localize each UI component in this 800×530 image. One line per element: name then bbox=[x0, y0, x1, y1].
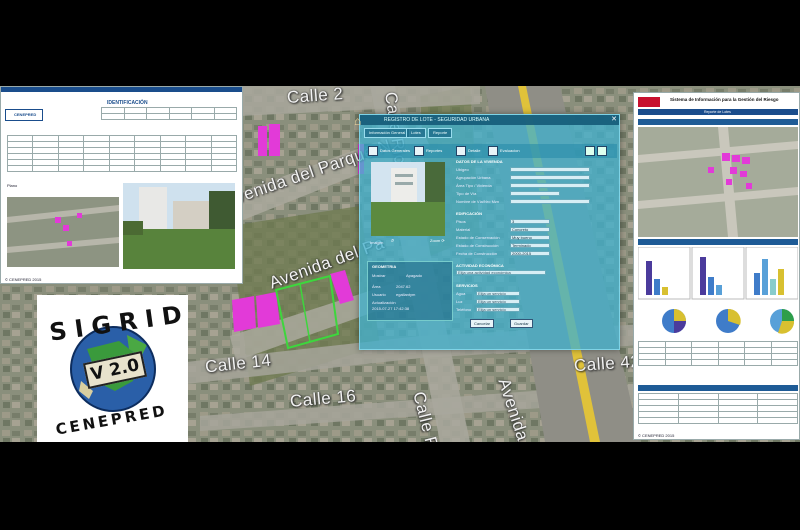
map-section-header: Mapa bbox=[638, 119, 798, 133]
tab-lots[interactable]: Lotes bbox=[406, 128, 426, 138]
servicio-value: Elija un servicio bbox=[478, 291, 506, 296]
geometry-label: Área bbox=[372, 284, 381, 289]
activity-placeholder: Elija una actividad económica bbox=[458, 270, 511, 275]
report-photo bbox=[123, 183, 235, 269]
photo-caption: Imagen bbox=[370, 240, 384, 245]
section-vivienda-header: DATOS DE LA VIVIENDA bbox=[456, 159, 503, 164]
geometry-header: GEOMETRIA bbox=[372, 264, 397, 269]
details-section-header: Detalles por variable bbox=[638, 385, 798, 399]
geometry-panel: GEOMETRIA Mostrar Apagado Área 2047.62 U… bbox=[367, 261, 453, 321]
field-label: Material bbox=[456, 227, 471, 232]
geometry-value: egallantym bbox=[396, 292, 416, 297]
ubigeo-input[interactable] bbox=[510, 167, 590, 172]
geometry-value: 2047.62 bbox=[396, 284, 411, 289]
servicio-label: Luz bbox=[456, 299, 463, 304]
edif-value: Muy bueno bbox=[512, 235, 532, 240]
lot-photo bbox=[371, 162, 445, 236]
report-subtitle: Reporte de Lotes bbox=[704, 110, 731, 114]
toolbar-evaluation[interactable]: Evaluacion bbox=[488, 146, 520, 156]
servicio-label: Agua bbox=[456, 291, 466, 296]
cenepred-mini-logo: CENEPRED bbox=[5, 109, 43, 121]
servicios-header: SERVICIOS bbox=[456, 283, 478, 288]
map-label: Plano bbox=[7, 183, 18, 188]
save-button[interactable]: Guardar bbox=[510, 319, 533, 328]
summary-section-header: Resumen por variables bbox=[638, 239, 798, 253]
tab-general-info[interactable]: Información General bbox=[364, 128, 411, 138]
print-icon[interactable] bbox=[597, 146, 607, 156]
field-label: Tipo de Vía bbox=[456, 191, 477, 196]
report-footer: © CENEPRED 2015 bbox=[5, 277, 42, 282]
identification-table bbox=[101, 107, 237, 120]
field-label: Estado de Conservación bbox=[456, 235, 500, 240]
save-label: Guardar bbox=[514, 321, 529, 326]
toolbar-reports[interactable]: Reportes bbox=[414, 146, 442, 156]
field-label: Estado de Construcción bbox=[456, 243, 499, 248]
sigrid-logo: V 2.0 SIGRID CENEPRED bbox=[37, 295, 192, 442]
edif-value: 2000-2015 bbox=[512, 251, 532, 256]
field-label: Ubigeo bbox=[456, 167, 469, 172]
tab-report[interactable]: Reporte bbox=[428, 128, 453, 138]
geometry-value: 2015-07-27 17:42:38 bbox=[372, 306, 410, 311]
logo-text: CENEPRED bbox=[14, 112, 37, 117]
dialog-title: REGISTRO DE LOTE - SEGURIDAD URBANA bbox=[360, 115, 619, 125]
report-map bbox=[638, 127, 798, 237]
summary-charts bbox=[638, 247, 798, 334]
right-report-footer: © CENEPRED 2015 bbox=[638, 433, 675, 438]
geometry-value[interactable]: Apagado bbox=[406, 273, 422, 278]
toolbar-general-data[interactable]: Datos Generales bbox=[368, 146, 410, 156]
peru-flag-badge bbox=[638, 97, 660, 107]
right-report-panel: Sistema de Información para la Gestión d… bbox=[633, 92, 800, 440]
field-label: Nombre de Vía/Nro Mzn bbox=[456, 199, 500, 204]
cancel-label: Cancelar bbox=[474, 321, 491, 326]
servicio-value: Elija un servicio bbox=[478, 307, 506, 312]
toolbar-detail[interactable]: Detalle bbox=[456, 146, 480, 156]
screenshot-stage: Calle 2 Avenida del Parque N Avenida del… bbox=[0, 86, 800, 442]
list-icon bbox=[456, 146, 466, 156]
geometry-label: Usuario bbox=[372, 292, 386, 297]
geometry-label: Mostrar bbox=[372, 273, 386, 278]
report-map-thumbnail bbox=[7, 197, 119, 267]
report-title: Sistema de Información para la Gestión d… bbox=[670, 97, 779, 102]
report-heading: IDENTIFICACIÓN bbox=[107, 100, 148, 106]
report-subtitle-bar: Reporte de Lotes bbox=[638, 109, 798, 115]
save-icon[interactable] bbox=[585, 146, 595, 156]
details-table bbox=[6, 135, 237, 172]
agrupacion-input[interactable] bbox=[510, 175, 590, 180]
area-tipo-input[interactable] bbox=[510, 183, 590, 188]
search-icon[interactable]: ⌕ bbox=[391, 238, 394, 245]
servicio-label: Teléfono bbox=[456, 307, 472, 312]
clipboard-icon bbox=[488, 146, 498, 156]
cancel-button[interactable]: Cancelar bbox=[470, 319, 495, 328]
report-top-bar bbox=[1, 87, 242, 92]
pisos-input[interactable] bbox=[510, 219, 550, 224]
document-icon bbox=[368, 146, 378, 156]
edif-value: Terminado bbox=[512, 243, 531, 248]
edif-value: Concreto bbox=[512, 227, 529, 232]
section-edificacion-header: EDIFICACIÓN bbox=[456, 211, 482, 216]
edif-value: 3 bbox=[512, 219, 515, 224]
field-label: Área Tipo / Vivienda bbox=[456, 183, 492, 188]
close-icon[interactable]: ✕ bbox=[611, 115, 617, 125]
activity-header: ACTIVIDAD ECONÓMICA bbox=[456, 263, 504, 268]
home-icon[interactable]: ⌂ bbox=[354, 114, 361, 128]
field-label: Fecha de Construcción bbox=[456, 251, 498, 256]
lot-registration-dialog: REGISTRO DE LOTE - SEGURIDAD URBANA ⌂ ✕ … bbox=[354, 114, 620, 350]
details-variable-table bbox=[638, 393, 798, 424]
zoom-button[interactable]: Zoom ⟳ bbox=[430, 238, 445, 243]
left-report-panel: IDENTIFICACIÓN CENEPRED Plano Fotografía bbox=[0, 86, 243, 284]
field-label: Agrupación Urbana bbox=[456, 175, 491, 180]
via-name-input[interactable] bbox=[510, 199, 590, 204]
field-label: Pisos bbox=[456, 219, 466, 224]
servicio-value: Elija un servicio bbox=[478, 299, 506, 304]
chart-icon bbox=[414, 146, 424, 156]
dialog-toolbar: Datos Generales Reportes Detalle Evaluac… bbox=[364, 144, 617, 158]
summary-table bbox=[638, 341, 798, 366]
geometry-label: Actualización bbox=[372, 300, 396, 305]
via-type-select[interactable] bbox=[510, 191, 560, 196]
